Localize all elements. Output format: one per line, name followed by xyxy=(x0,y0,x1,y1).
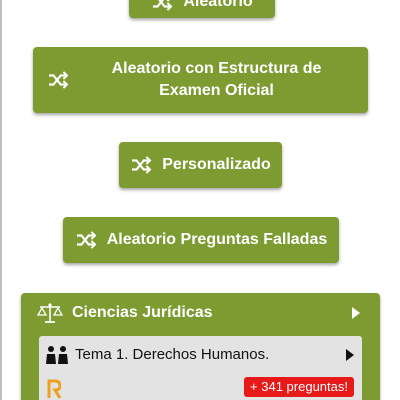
topic-item[interactable]: Tema 1. Derechos Humanos. + 341 pregunta… xyxy=(39,336,362,400)
category-title: Ciencias Jurídicas xyxy=(72,304,213,321)
page: Aleatorio Aleatorio con Estructura de Ex… xyxy=(0,0,400,400)
r-icon xyxy=(47,379,62,399)
examen-oficial-label: Aleatorio con Estructura de Examen Ofici… xyxy=(111,60,322,99)
aleatorio-button[interactable]: Aleatorio xyxy=(129,0,275,18)
personalizado-button[interactable]: Personalizado xyxy=(119,142,282,188)
people-icon xyxy=(45,345,69,365)
preguntas-falladas-button[interactable]: Aleatorio Preguntas Falladas xyxy=(63,217,339,263)
category-card: Ciencias Jurídicas Tema 1. Derechos Huma… xyxy=(21,293,380,400)
examen-oficial-button[interactable]: Aleatorio con Estructura de Examen Ofici… xyxy=(33,47,368,113)
shuffle-icon xyxy=(75,231,97,249)
chevron-right-icon xyxy=(352,307,360,319)
shuffle-icon xyxy=(130,156,152,174)
category-header[interactable]: Ciencias Jurídicas xyxy=(21,293,380,333)
shuffle-icon xyxy=(47,71,69,89)
aleatorio-label: Aleatorio xyxy=(183,0,253,10)
screen-edge xyxy=(0,0,2,400)
questions-count-badge: + 341 preguntas! xyxy=(244,377,354,397)
preguntas-falladas-label: Aleatorio Preguntas Falladas xyxy=(106,231,328,248)
chevron-right-icon xyxy=(346,349,354,361)
scale-icon xyxy=(36,302,64,324)
shuffle-icon xyxy=(151,0,173,11)
personalizado-label: Personalizado xyxy=(162,156,271,173)
topic-title: Tema 1. Derechos Humanos. xyxy=(75,346,270,363)
